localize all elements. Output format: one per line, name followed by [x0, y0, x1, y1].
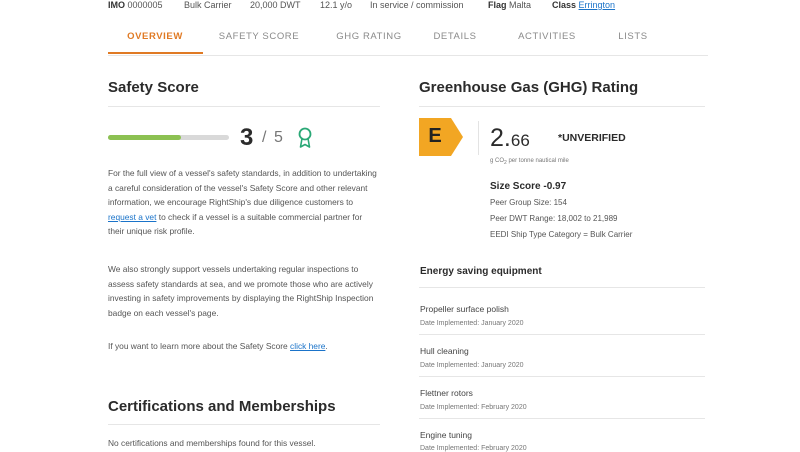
item-divider: [419, 418, 705, 419]
ghg-value-int: 2.: [490, 124, 511, 152]
safety-para-1: For the full view of a vessel's safety s…: [108, 166, 380, 239]
class-link[interactable]: Errington: [579, 0, 616, 10]
ghg-rating-title: Greenhouse Gas (GHG) Rating: [419, 79, 639, 96]
safety-score-separator: /: [262, 129, 267, 146]
equipment-name: Flettner rotors: [420, 388, 473, 398]
item-divider: [419, 376, 705, 377]
class-label: Class: [552, 0, 577, 10]
section-divider: [419, 106, 705, 107]
size-score: Size Score -0.97: [490, 181, 567, 192]
certifications-empty-text: No certifications and memberships found …: [108, 438, 316, 448]
vessel-type: Bulk Carrier: [184, 0, 232, 10]
safety-score-title: Safety Score: [108, 79, 199, 96]
safety-score-bar-fill: [108, 135, 181, 140]
flag-field: Flag Malta: [488, 0, 531, 10]
eedi-category: EEDI Ship Type Category = Bulk Carrier: [490, 230, 633, 239]
class-field: Class Errington: [552, 0, 615, 10]
unverified-badge: *UNVERIFIED: [558, 132, 626, 144]
flag-label: Flag: [488, 0, 507, 10]
ghg-value-dec: 66: [510, 131, 530, 150]
safety-para-3-text-end: .: [325, 341, 328, 351]
flag-value: Malta: [509, 0, 532, 10]
ghg-rating-badge: E: [419, 118, 463, 156]
ghg-unit-post: per tonne nautical mile: [506, 158, 569, 164]
item-divider: [419, 334, 705, 335]
equipment-name: Hull cleaning: [420, 346, 469, 356]
tab-ghg-rating[interactable]: GHG RATING: [322, 31, 416, 55]
peer-dwt-range: Peer DWT Range: 18,002 to 21,989: [490, 214, 618, 223]
ghg-divider-line: [478, 121, 479, 155]
vessel-dwt: 20,000 DWT: [250, 0, 301, 10]
tab-safety-score[interactable]: SAFETY SCORE: [212, 31, 306, 55]
equipment-date: Date Implemented: February 2020: [420, 404, 527, 411]
tab-lists[interactable]: LISTS: [586, 31, 680, 55]
vessel-age: 12.1 y/o: [320, 0, 353, 10]
section-divider: [108, 106, 380, 107]
learn-more-link[interactable]: click here: [290, 341, 325, 351]
section-divider: [419, 287, 705, 288]
equipment-date: Date Implemented: February 2020: [420, 445, 527, 452]
equipment-name: Propeller surface polish: [420, 304, 509, 314]
vessel-status: In service / commission: [370, 0, 464, 10]
imo-label: IMO: [108, 0, 125, 10]
equipment-name: Engine tuning: [420, 430, 472, 440]
section-divider: [108, 424, 380, 425]
peer-group-size: Peer Group Size: 154: [490, 198, 567, 207]
certifications-title: Certifications and Memberships: [108, 398, 336, 415]
safety-para-3-text: If you want to learn more about the Safe…: [108, 341, 291, 351]
safety-para-1-text: For the full view of a vessel's safety s…: [108, 168, 377, 208]
award-ribbon-icon: [298, 127, 312, 148]
safety-para-2: We also strongly support vessels underta…: [108, 264, 374, 318]
ghg-value: 2.66: [490, 124, 530, 153]
tab-details[interactable]: DETAILS: [408, 31, 502, 55]
energy-equipment-title: Energy saving equipment: [420, 266, 542, 277]
imo-value: 0000005: [127, 0, 163, 10]
safety-score-value: 3: [240, 124, 254, 151]
safety-score-bar: [108, 135, 229, 140]
ghg-rating-letter: E: [428, 125, 442, 147]
request-vet-link[interactable]: request a vet: [108, 212, 156, 222]
equipment-date: Date Implemented: January 2020: [420, 320, 524, 327]
ghg-unit: g CO2 per tonne nautical mile: [490, 158, 569, 166]
active-tab-indicator: [108, 52, 203, 54]
ghg-unit-pre: g CO: [490, 158, 505, 164]
safety-score-max: 5: [274, 129, 283, 146]
equipment-date: Date Implemented: January 2020: [420, 362, 524, 369]
tab-bar: OVERVIEW SAFETY SCORE GHG RATING DETAILS…: [108, 27, 708, 56]
tab-activities[interactable]: ACTIVITIES: [500, 31, 594, 55]
safety-para-3: If you want to learn more about the Safe…: [108, 339, 380, 354]
imo-field: IMO 0000005: [108, 0, 163, 10]
